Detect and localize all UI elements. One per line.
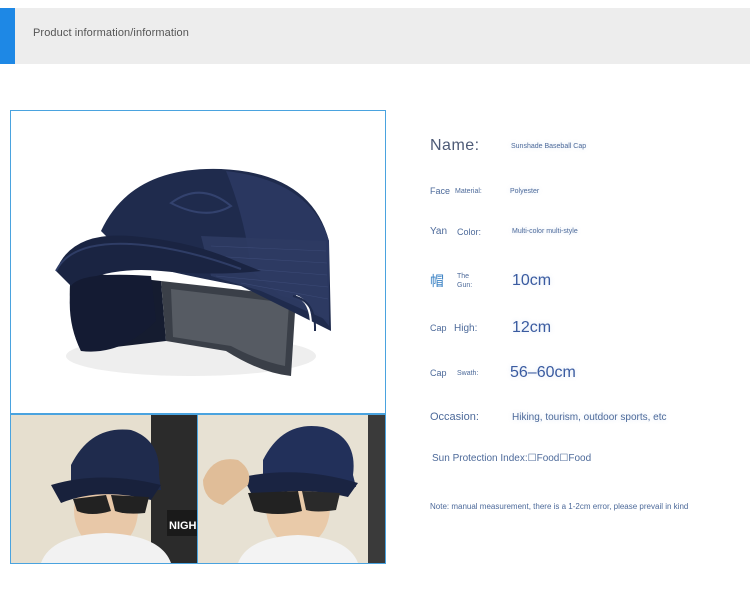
main-product-image[interactable]	[10, 110, 386, 414]
swath-value: 56–60cm	[510, 364, 576, 381]
name-value: Sunshade Baseball Cap	[511, 142, 587, 150]
sun-protection-text: Sun Protection Index:☐Food☐Food	[432, 453, 592, 464]
high-label: High:	[454, 322, 478, 334]
material-value: Polyester	[510, 187, 540, 195]
spec-row-high: Cap High: 12cm	[430, 319, 551, 337]
spec-row-note: Note: manual measurement, there is a 1-2…	[430, 502, 688, 511]
row-prefix-hat: 帽	[430, 273, 444, 289]
name-label: Name:	[430, 137, 480, 154]
row-prefix-face: Face	[430, 186, 451, 196]
measurement-note: Note: manual measurement, there is a 1-2…	[430, 502, 689, 511]
color-value: Multi-color multi-style	[512, 228, 578, 235]
storefront-sign-text: NIGH	[169, 520, 197, 532]
swath-label: Swath:	[457, 369, 479, 377]
spec-row-color: Yan Color: Multi-color multi-style	[430, 226, 587, 237]
model-photo-front[interactable]: NIGH	[10, 414, 198, 564]
high-value: 12cm	[512, 319, 552, 336]
spec-row-swath: Cap Swath: 56–60cm	[430, 364, 576, 382]
model-photo-side[interactable]	[197, 414, 386, 564]
spec-row-sun-protection: Sun Protection Index:☐Food☐Food	[432, 453, 591, 464]
spec-row-occasion: Occasion: Hiking, tourism, outdoor sport…	[430, 411, 667, 423]
material-label: Material:	[455, 187, 482, 195]
occasion-value: Hiking, tourism, outdoor sports, etc	[512, 411, 667, 423]
row-prefix-yan: Yan	[430, 226, 448, 237]
spec-row-gun: 帽 The Gun: 10cm	[430, 271, 551, 291]
section-title: Product information/information	[33, 27, 189, 39]
color-label: Color:	[457, 226, 482, 237]
spec-row-name: Name: Sunshade Baseball Cap	[430, 137, 586, 155]
gun-label: The Gun:	[457, 273, 473, 289]
gun-value: 10cm	[512, 272, 552, 289]
section-header: Product information/information	[0, 8, 750, 64]
header-accent-bar	[0, 8, 15, 64]
row-prefix-cap-1: Cap	[430, 323, 447, 333]
spec-row-material: Face Material: Polyester	[430, 186, 539, 196]
row-prefix-cap-2: Cap	[430, 368, 447, 378]
occasion-label: Occasion:	[430, 411, 479, 423]
